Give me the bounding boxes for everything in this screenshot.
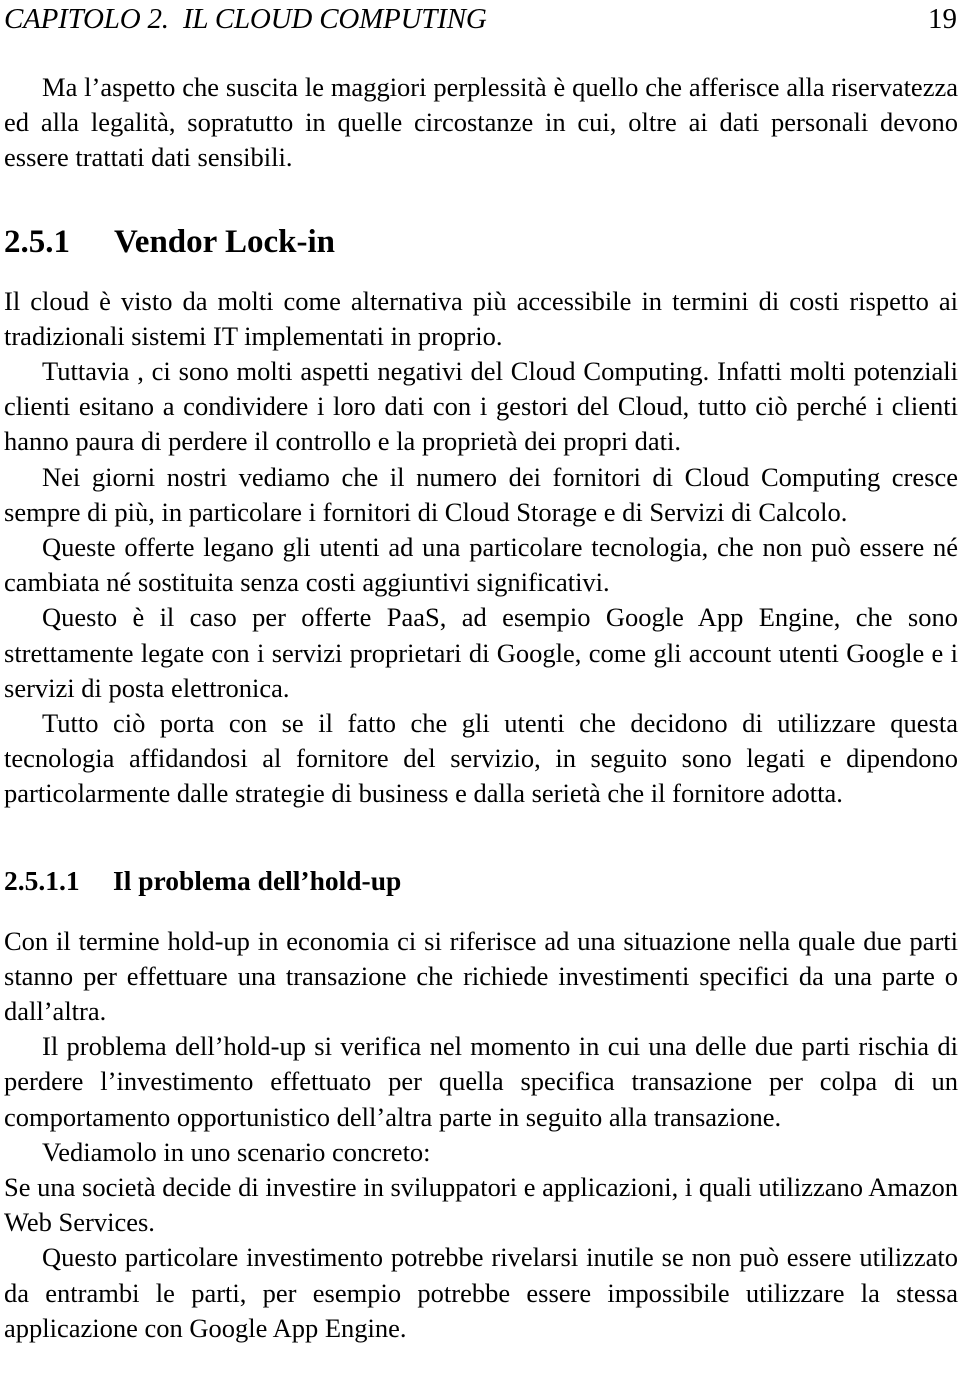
paragraph: Tutto ciò porta con se il fatto che gli … xyxy=(4,708,958,809)
paragraph: Questo è il caso per offerte PaaS, ad es… xyxy=(4,602,958,703)
paragraph: Il problema dell’hold-up si verifica nel… xyxy=(4,1031,958,1132)
page-number: 19 xyxy=(928,3,957,35)
text-column: Ma l’aspetto che suscita le maggiori per… xyxy=(4,70,958,1346)
running-header: CAPITOLO 2. IL CLOUD COMPUTING 19 xyxy=(4,2,957,38)
subsection-title: Il problema dell’hold-up xyxy=(113,864,402,896)
paragraph: Queste offerte legano gli utenti ad una … xyxy=(4,532,958,598)
section-number: 2.5.1 xyxy=(4,223,70,260)
paragraph: Se una società decide di investire in sv… xyxy=(4,1172,958,1238)
document-page: CAPITOLO 2. IL CLOUD COMPUTING 19 Ma l’a… xyxy=(0,0,960,1379)
subsection-number: 2.5.1.1 xyxy=(4,864,80,896)
section-heading: 2.5.1 Vendor Lock-in xyxy=(4,222,958,262)
section-title: Vendor Lock-in xyxy=(114,223,335,260)
paragraph: Con il termine hold-up in economia ci si… xyxy=(4,925,958,1027)
intro-paragraph: Ma l’aspetto che suscita le maggiori per… xyxy=(4,72,958,173)
subsection-heading: 2.5.1.1 Il problema dell’hold-up xyxy=(4,864,958,898)
paragraph: Vediamolo in uno scenario concreto: xyxy=(42,1136,431,1167)
paragraph: Nei giorni nostri vediamo che il numero … xyxy=(4,461,958,527)
paragraph: Questo particolare investimento potrebbe… xyxy=(4,1242,958,1343)
paragraph: Tuttavia , ci sono molti aspetti negativ… xyxy=(4,356,958,457)
paragraph: Il cloud è visto da molti come alternati… xyxy=(4,285,958,351)
chapter-title: CAPITOLO 2. IL CLOUD COMPUTING xyxy=(4,3,487,35)
